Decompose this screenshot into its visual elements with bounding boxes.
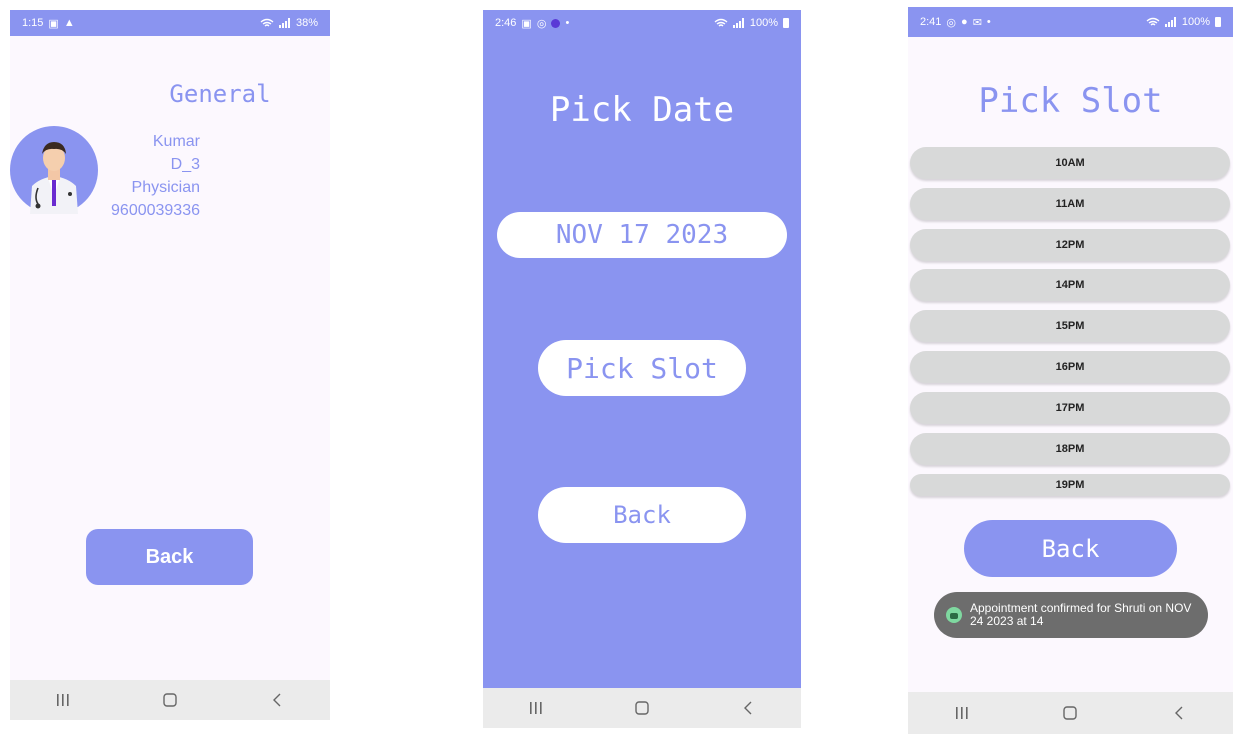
app-dot-icon bbox=[551, 18, 561, 28]
home-icon[interactable] bbox=[622, 696, 662, 720]
date-picker-field[interactable]: NOV 17 2023 bbox=[497, 212, 787, 258]
recents-icon[interactable] bbox=[942, 701, 982, 725]
doctor-name: Kumar bbox=[152, 133, 200, 150]
app-icon: ● bbox=[961, 16, 968, 28]
slot-button[interactable]: 10AM bbox=[910, 147, 1230, 179]
whatsapp-icon: ◎ bbox=[536, 17, 547, 30]
signal-icon bbox=[1164, 17, 1176, 27]
status-time: 1:15 bbox=[22, 17, 44, 29]
page-title: General bbox=[169, 80, 271, 108]
page-title: Pick Date bbox=[549, 90, 735, 130]
mail-icon: ✉ bbox=[972, 16, 982, 29]
gallery-icon: ▣ bbox=[48, 17, 59, 30]
slot-button[interactable]: 15PM bbox=[910, 310, 1230, 342]
back-button[interactable]: Back bbox=[964, 520, 1177, 577]
android-app-icon bbox=[946, 607, 962, 623]
page-title: Pick Slot bbox=[978, 81, 1163, 121]
battery-icon bbox=[783, 18, 789, 28]
status-time: 2:46 bbox=[495, 17, 517, 29]
gallery-icon: ▣ bbox=[521, 17, 532, 30]
back-nav-icon[interactable] bbox=[1159, 701, 1199, 725]
battery-level: 100% bbox=[749, 17, 778, 29]
doctor-avatar-icon bbox=[10, 126, 98, 214]
doctor-profile-screen: 1:15 ▣ ▲ 38% General Kumar D_3 Physician… bbox=[10, 10, 330, 720]
battery-icon bbox=[1215, 17, 1221, 27]
battery-level: 38% bbox=[295, 17, 318, 29]
system-nav-bar bbox=[10, 680, 330, 720]
home-icon[interactable] bbox=[1050, 701, 1090, 725]
back-button[interactable]: Back bbox=[538, 487, 746, 543]
slot-button[interactable]: 19PM bbox=[910, 474, 1230, 496]
notification-dot-icon: • bbox=[986, 16, 991, 28]
slot-button[interactable]: 18PM bbox=[910, 433, 1230, 465]
recents-icon[interactable] bbox=[43, 688, 83, 712]
doctor-id: D_3 bbox=[170, 156, 200, 173]
slot-button[interactable]: 17PM bbox=[910, 392, 1230, 424]
doctor-specialty: Physician bbox=[131, 179, 200, 196]
back-nav-icon[interactable] bbox=[728, 696, 768, 720]
recents-icon[interactable] bbox=[516, 696, 556, 720]
back-button[interactable]: Back bbox=[86, 529, 253, 585]
pick-slot-button[interactable]: Pick Slot bbox=[538, 340, 746, 396]
wifi-icon bbox=[1146, 17, 1160, 26]
status-bar: 2:46 ▣ ◎ • 100% bbox=[483, 10, 801, 36]
pick-slot-screen: 2:41 ◎ ● ✉ • 100% Pick Slot 10AM 11AM 12… bbox=[908, 7, 1233, 734]
pick-date-screen: 2:46 ▣ ◎ • 100% Pick Date NOV 17 2023 Pi… bbox=[483, 10, 801, 728]
status-time: 2:41 bbox=[920, 16, 942, 28]
wifi-icon bbox=[260, 18, 274, 27]
wifi-icon bbox=[714, 18, 728, 27]
notification-dot-icon: • bbox=[565, 17, 570, 29]
doctor-phone: 9600039336 bbox=[111, 202, 200, 219]
status-bar: 1:15 ▣ ▲ 38% bbox=[10, 10, 330, 36]
system-nav-bar bbox=[908, 692, 1233, 734]
signal-icon bbox=[732, 18, 744, 28]
home-icon[interactable] bbox=[150, 688, 190, 712]
back-nav-icon[interactable] bbox=[257, 688, 297, 712]
slot-button[interactable]: 16PM bbox=[910, 351, 1230, 383]
toast-text: Appointment confirmed for Shruti on NOV … bbox=[970, 601, 1192, 628]
slot-button[interactable]: 12PM bbox=[910, 229, 1230, 261]
system-nav-bar bbox=[483, 688, 801, 728]
slot-button[interactable]: 14PM bbox=[910, 269, 1230, 301]
toast-message: Appointment confirmed for Shruti on NOV … bbox=[934, 592, 1208, 638]
battery-level: 100% bbox=[1181, 16, 1210, 28]
whatsapp-icon: ◎ bbox=[946, 16, 957, 29]
slot-button[interactable]: 11AM bbox=[910, 188, 1230, 220]
status-bar: 2:41 ◎ ● ✉ • 100% bbox=[908, 7, 1233, 37]
signal-icon bbox=[278, 18, 290, 28]
doctor-info: Kumar D_3 Physician 9600039336 bbox=[111, 130, 200, 222]
warning-icon: ▲ bbox=[63, 17, 75, 29]
